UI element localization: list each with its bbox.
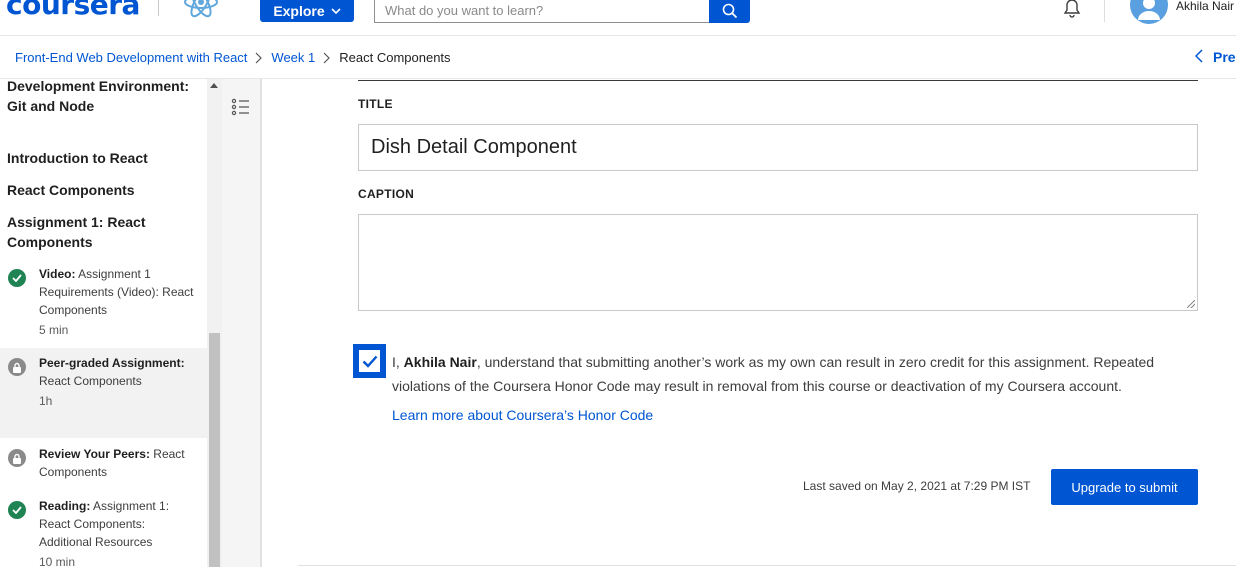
item-type: Review Your Peers: xyxy=(39,447,150,461)
top-nav: coursera Explore Akhila Nair xyxy=(0,0,1236,36)
sidebar-item-text: Review Your Peers: React Components xyxy=(39,445,199,481)
scroll-thumb[interactable] xyxy=(209,333,220,567)
upgrade-to-submit-button[interactable]: Upgrade to submit xyxy=(1051,469,1198,505)
item-type: Video: xyxy=(39,267,76,281)
item-type: Reading: xyxy=(39,499,91,513)
sidebar-heading-intro-react[interactable]: Introduction to React xyxy=(7,148,202,168)
caption-label: CAPTION xyxy=(358,187,415,201)
explore-label: Explore xyxy=(273,3,325,19)
lock-icon xyxy=(8,449,26,467)
lock-icon xyxy=(8,358,26,376)
breadcrumb-course-link[interactable]: Front-End Web Development with React xyxy=(15,50,247,65)
sidebar-item-text: Reading: Assignment 1: React Components:… xyxy=(39,497,199,567)
resize-handle[interactable] xyxy=(1187,300,1195,308)
chevron-left-icon xyxy=(1195,49,1203,63)
course-sidebar: Development Environment: Git and Node In… xyxy=(0,79,222,567)
breadcrumb: Front-End Web Development with React Wee… xyxy=(15,50,451,65)
checkbox-checked-icon xyxy=(357,348,382,374)
footer-divider xyxy=(298,565,1236,566)
previous-label: Pre xyxy=(1213,49,1236,65)
sidebar-item-peer-graded[interactable]: Peer-graded Assignment: React Components… xyxy=(0,348,207,438)
honor-code-checkbox[interactable] xyxy=(353,344,386,378)
search-icon xyxy=(722,3,737,18)
item-duration: 5 min xyxy=(39,323,69,337)
honor-code-link[interactable]: Learn more about Coursera’s Honor Code xyxy=(392,407,653,423)
item-duration: 1h xyxy=(39,394,53,408)
honor-name: Akhila Nair xyxy=(403,354,477,370)
scroll-up-arrow[interactable] xyxy=(210,83,218,88)
coursera-logo[interactable]: coursera xyxy=(6,0,140,21)
toc-rail xyxy=(222,79,262,567)
section-divider xyxy=(358,80,1198,81)
avatar-icon xyxy=(1138,0,1160,20)
chevron-right-icon xyxy=(255,52,263,63)
sidebar-item-text: Peer-graded Assignment: React Components… xyxy=(39,354,199,410)
react-logo[interactable] xyxy=(182,0,220,20)
avatar[interactable] xyxy=(1130,0,1168,24)
breadcrumb-week-link[interactable]: Week 1 xyxy=(271,50,315,65)
honor-prefix: I, xyxy=(392,354,400,370)
title-input[interactable] xyxy=(358,124,1198,171)
explore-button[interactable]: Explore xyxy=(260,0,354,22)
previous-link[interactable]: Pre xyxy=(1195,49,1236,65)
sidebar-item-review-peers[interactable]: Review Your Peers: React Components xyxy=(0,439,207,491)
nav-divider xyxy=(1104,0,1105,22)
chevron-down-icon xyxy=(331,8,341,15)
sidebar-item-text: Video: Assignment 1 Requirements (Video)… xyxy=(39,265,199,339)
breadcrumb-current: React Components xyxy=(339,50,451,65)
honor-code-statement: I, Akhila Nair, understand that submitti… xyxy=(392,350,1207,398)
sidebar-scrollbar[interactable] xyxy=(207,79,222,567)
logo-divider xyxy=(158,0,159,16)
sidebar-item-video[interactable]: Video: Assignment 1 Requirements (Video)… xyxy=(0,259,207,347)
search-input[interactable] xyxy=(374,0,710,23)
sidebar-heading-assignment[interactable]: Assignment 1: React Components xyxy=(7,212,202,252)
item-duration: 10 min xyxy=(39,555,76,567)
item-title: React Components xyxy=(39,374,142,388)
user-name[interactable]: Akhila Nair xyxy=(1176,0,1234,13)
sidebar-heading-dev-env[interactable]: Development Environment: Git and Node xyxy=(7,79,202,116)
last-saved-text: Last saved on May 2, 2021 at 7:29 PM IST xyxy=(803,479,1031,493)
title-label: TITLE xyxy=(358,97,393,111)
caption-textarea[interactable] xyxy=(358,214,1198,311)
sidebar-item-reading[interactable]: Reading: Assignment 1: React Components:… xyxy=(0,491,207,567)
search-button[interactable] xyxy=(709,0,750,23)
sidebar-heading-react-components[interactable]: React Components xyxy=(7,180,202,200)
check-circle-icon xyxy=(8,269,26,287)
table-of-contents-icon[interactable] xyxy=(231,97,251,117)
item-type: Peer-graded Assignment: xyxy=(39,356,185,370)
bell-icon[interactable] xyxy=(1060,0,1084,20)
honor-body: , understand that submitting another’s w… xyxy=(392,354,1155,394)
check-circle-icon xyxy=(8,501,26,519)
chevron-right-icon xyxy=(323,52,331,63)
